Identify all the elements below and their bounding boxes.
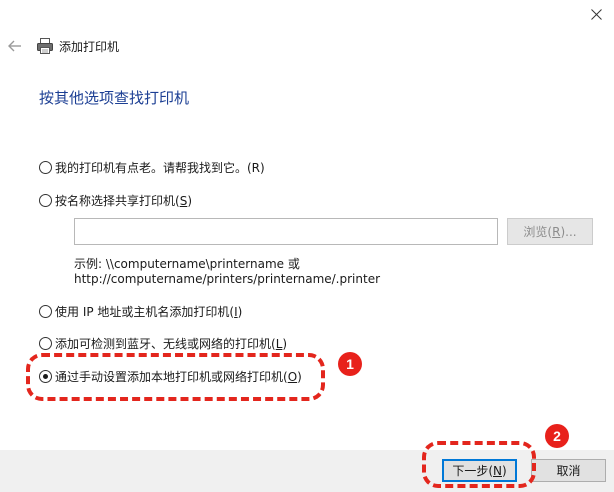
back-button[interactable] [6, 37, 24, 55]
wizard-title: 添加打印机 [59, 40, 120, 54]
option-manual-local[interactable]: 通过手动设置添加本地打印机或网络打印机(O) [39, 367, 302, 385]
radio-button[interactable] [39, 160, 52, 174]
option-old-printer[interactable]: 我的打印机有点老。请帮我找到它。(R) [39, 158, 265, 176]
radio-button[interactable] [39, 336, 52, 350]
cancel-button[interactable]: 取消 [531, 459, 606, 482]
annotation-badge-1: 1 [338, 352, 362, 376]
close-icon [590, 8, 602, 20]
add-printer-dialog: 添加打印机 按其他选项查找打印机 我的打印机有点老。请帮我找到它。(R) 按名称… [0, 0, 614, 492]
option-label: 使用 IP 地址或主机名添加打印机(I) [55, 304, 243, 319]
option-label: 添加可检测到蓝牙、无线或网络的打印机(L) [55, 336, 288, 351]
option-label: 我的打印机有点老。请帮我找到它。(R) [55, 160, 265, 175]
radio-button-selected[interactable] [39, 369, 52, 383]
back-arrow-icon [8, 40, 21, 52]
radio-button[interactable] [39, 304, 52, 318]
share-name-input[interactable] [74, 218, 498, 245]
example-line-1: 示例: \\computername\printername 或 [74, 257, 300, 271]
option-label: 通过手动设置添加本地打印机或网络打印机(O) [55, 369, 302, 384]
page-heading: 按其他选项查找打印机 [39, 89, 190, 107]
annotation-badge-2: 2 [545, 424, 569, 448]
browse-button[interactable]: 浏览(R)... [507, 218, 593, 245]
option-shared-printer[interactable]: 按名称选择共享打印机(S) [39, 191, 192, 209]
button-bar: 下一步(N) 取消 [0, 450, 614, 492]
example-line-2: http://computername/printers/printername… [74, 272, 381, 286]
radio-button[interactable] [39, 193, 52, 207]
next-button[interactable]: 下一步(N) [442, 459, 517, 482]
option-label: 按名称选择共享打印机(S) [55, 193, 192, 208]
close-button[interactable] [582, 4, 610, 24]
option-ip-address[interactable]: 使用 IP 地址或主机名添加打印机(I) [39, 302, 242, 320]
option-bluetooth-wireless[interactable]: 添加可检测到蓝牙、无线或网络的打印机(L) [39, 334, 287, 352]
printer-icon [37, 38, 53, 54]
